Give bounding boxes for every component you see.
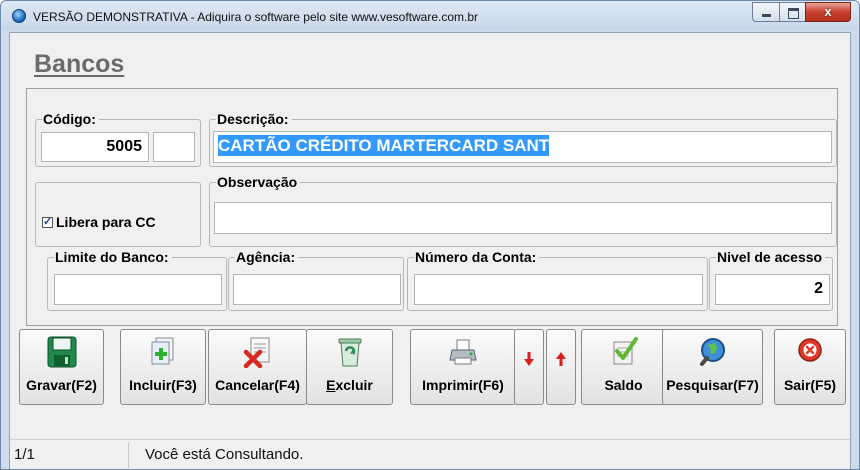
sair-label: Sair(F5): [783, 377, 837, 393]
record-counter: 1/1: [14, 446, 35, 463]
arrow-down-red-icon: [515, 352, 543, 384]
add-document-icon: [121, 336, 205, 368]
excluir-button[interactable]: Excluir: [306, 329, 393, 405]
agencia-input[interactable]: [233, 274, 401, 305]
close-icon: x: [824, 4, 832, 19]
status-separator: [128, 442, 129, 468]
page-title: Bancos: [34, 50, 125, 78]
checkmark-document-icon: [582, 336, 665, 368]
observacao-input[interactable]: [214, 202, 832, 234]
sair-button[interactable]: Sair(F5): [774, 329, 846, 405]
minimize-icon: [762, 14, 771, 17]
recycle-bin-icon: [307, 336, 392, 368]
observacao-group: Observação: [209, 175, 837, 247]
libera-group: ✓ Libera para CC: [35, 182, 201, 247]
exit-red-circle-icon: [775, 336, 845, 368]
gravar-button[interactable]: Gravar(F2): [19, 329, 104, 405]
nivel-group: Nivel de acesso 2: [709, 250, 833, 311]
pesquisar-label: Pesquisar(F7): [666, 377, 759, 393]
descricao-input[interactable]: CARTÃO CRÉDITO MARTERCARD SANT: [213, 131, 832, 163]
close-button[interactable]: x: [805, 2, 851, 22]
form-panel: Código: 5005 Descrição: CARTÃO CRÉDITO M…: [26, 88, 838, 326]
saldo-label: Saldo: [604, 377, 643, 393]
conta-group: Número da Conta:: [407, 250, 708, 311]
imprimir-button[interactable]: Imprimir(F6): [410, 329, 516, 405]
descricao-label: Descrição:: [216, 112, 292, 127]
cancel-document-icon: [209, 336, 306, 368]
libera-label: Libera para CC: [56, 214, 156, 230]
nivel-label: Nivel de acesso: [716, 250, 826, 265]
arrow-down-button[interactable]: [514, 329, 544, 405]
check-icon: ✓: [43, 215, 53, 228]
incluir-button[interactable]: Incluir(F3): [120, 329, 206, 405]
limite-group: Limite do Banco:: [47, 250, 227, 311]
codigo-group: Código: 5005: [35, 112, 201, 167]
gravar-label: Gravar(F2): [26, 377, 97, 393]
maximize-button[interactable]: [779, 2, 805, 22]
observacao-label: Observação: [216, 175, 301, 190]
limite-label: Limite do Banco:: [54, 250, 172, 265]
arrow-up-button[interactable]: [546, 329, 576, 405]
app-icon: [12, 9, 26, 23]
codigo-input[interactable]: 5005: [41, 132, 149, 162]
arrow-up-red-icon: [547, 352, 575, 384]
agencia-label: Agência:: [235, 250, 299, 265]
saldo-button[interactable]: Saldo: [581, 329, 666, 405]
status-bar: 1/1 Você está Consultando.: [10, 439, 850, 469]
incluir-label: Incluir(F3): [129, 377, 197, 393]
libera-checkbox[interactable]: ✓: [42, 215, 53, 228]
descricao-selected-text: CARTÃO CRÉDITO MARTERCARD SANT: [218, 135, 550, 156]
descricao-group: Descrição: CARTÃO CRÉDITO MARTERCARD SAN…: [209, 112, 837, 167]
maximize-icon: [788, 8, 799, 19]
magnifier-globe-icon: [663, 336, 762, 368]
limite-input[interactable]: [54, 274, 222, 305]
imprimir-label: Imprimir(F6): [422, 377, 504, 393]
floppy-disk-icon: [20, 336, 103, 368]
conta-input[interactable]: [414, 274, 703, 305]
client-area: Bancos Código: 5005 Descrição: CARTÃO CR…: [9, 32, 851, 469]
cancelar-button[interactable]: Cancelar(F4): [208, 329, 307, 405]
agencia-group: Agência:: [228, 250, 404, 311]
codigo-label: Código:: [42, 112, 99, 127]
cancelar-label: Cancelar(F4): [215, 377, 300, 393]
libera-checkbox-row[interactable]: ✓ Libera para CC: [42, 214, 156, 230]
title-bar[interactable]: VERSÃO DEMONSTRATIVA - Adiquira o softwa…: [1, 1, 859, 31]
app-window: VERSÃO DEMONSTRATIVA - Adiquira o softwa…: [0, 0, 860, 470]
minimize-button[interactable]: [752, 2, 779, 22]
window-controls: x: [752, 2, 851, 22]
excluir-label: Excluir: [326, 377, 373, 393]
pesquisar-button[interactable]: Pesquisar(F7): [662, 329, 763, 405]
status-message: Você está Consultando.: [145, 446, 304, 463]
codigo-suffix-input[interactable]: [153, 132, 195, 162]
nivel-input[interactable]: 2: [715, 274, 830, 305]
printer-icon: [411, 336, 515, 368]
conta-label: Número da Conta:: [414, 250, 540, 265]
window-title: VERSÃO DEMONSTRATIVA - Adiquira o softwa…: [33, 10, 479, 24]
